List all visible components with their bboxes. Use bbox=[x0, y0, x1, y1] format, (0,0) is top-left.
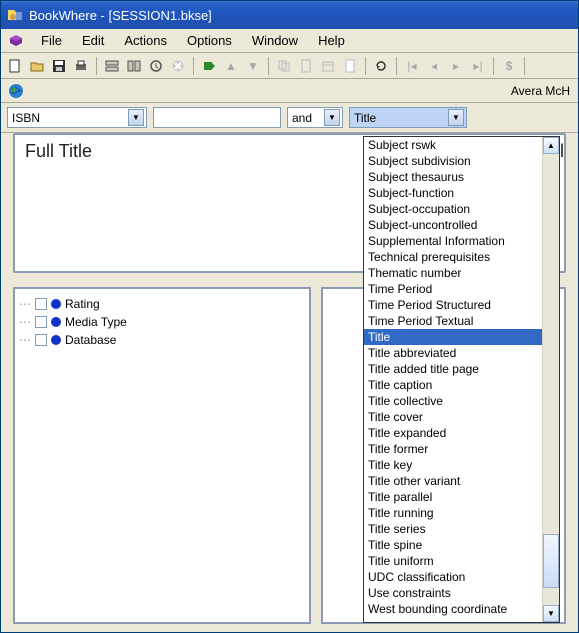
globe-icon[interactable] bbox=[7, 82, 25, 100]
calendar-icon bbox=[318, 56, 338, 76]
prev-icon: ◂ bbox=[424, 56, 444, 76]
tool-stop-icon bbox=[168, 56, 188, 76]
dropdown-option[interactable]: Supplemental Information bbox=[364, 233, 542, 249]
app-icon bbox=[7, 7, 23, 23]
tool-hosts-icon[interactable] bbox=[102, 56, 122, 76]
save-icon[interactable] bbox=[49, 56, 69, 76]
dropdown-option[interactable]: UDC classification bbox=[364, 569, 542, 585]
field2-combo[interactable]: Title ▼ bbox=[349, 107, 467, 128]
cost-icon: $ bbox=[499, 56, 519, 76]
scroll-track[interactable] bbox=[543, 154, 559, 605]
dropdown-option[interactable]: Thematic number bbox=[364, 265, 542, 281]
dropdown-option[interactable]: Time Period bbox=[364, 281, 542, 297]
field1-combo[interactable]: ISBN ▼ bbox=[7, 107, 147, 128]
scroll-down-icon[interactable]: ▼ bbox=[543, 605, 559, 622]
menu-options[interactable]: Options bbox=[177, 31, 242, 50]
dropdown-option[interactable]: Title collective bbox=[364, 393, 542, 409]
dropdown-option[interactable]: Technical prerequisites bbox=[364, 249, 542, 265]
menu-file[interactable]: File bbox=[31, 31, 72, 50]
dropdown-option[interactable]: Subject-function bbox=[364, 185, 542, 201]
menu-window[interactable]: Window bbox=[242, 31, 308, 50]
search-input[interactable] bbox=[153, 107, 281, 128]
refresh-icon[interactable] bbox=[371, 56, 391, 76]
tree-item-label: Rating bbox=[65, 297, 100, 311]
tool-group-icon[interactable] bbox=[124, 56, 144, 76]
dropdown-option[interactable]: Subject subdivision bbox=[364, 153, 542, 169]
down-arrow-icon: ▼ bbox=[243, 56, 263, 76]
tree-connector-icon: ⋯ bbox=[19, 297, 31, 311]
dropdown-option[interactable]: Title cover bbox=[364, 409, 542, 425]
operator-combo[interactable]: and ▼ bbox=[287, 107, 343, 128]
checkbox[interactable] bbox=[35, 334, 47, 346]
tree-item-label: Media Type bbox=[65, 315, 127, 329]
title-bar: BookWhere - [SESSION1.bkse] bbox=[1, 1, 578, 29]
dropdown-option[interactable]: Time Period Textual bbox=[364, 313, 542, 329]
dropdown-option[interactable]: Subject-uncontrolled bbox=[364, 217, 542, 233]
dropdown-option[interactable]: Title parallel bbox=[364, 489, 542, 505]
scrollbar[interactable]: ▲ ▼ bbox=[542, 137, 559, 622]
dropdown-option[interactable]: Subject-occupation bbox=[364, 201, 542, 217]
dropdown-option[interactable]: Title expanded bbox=[364, 425, 542, 441]
bullet-icon bbox=[51, 335, 61, 345]
chevron-down-icon[interactable]: ▼ bbox=[448, 109, 464, 126]
dropdown-option[interactable]: Subject thesaurus bbox=[364, 169, 542, 185]
checkbox[interactable] bbox=[35, 316, 47, 328]
scroll-thumb[interactable] bbox=[543, 534, 559, 588]
user-label: Avera McH bbox=[511, 84, 572, 98]
scroll-up-icon[interactable]: ▲ bbox=[543, 137, 559, 154]
menu-actions[interactable]: Actions bbox=[114, 31, 177, 50]
go-icon[interactable] bbox=[199, 56, 219, 76]
dropdown-option[interactable]: Title series bbox=[364, 521, 542, 537]
checkbox[interactable] bbox=[35, 298, 47, 310]
dropdown-option[interactable]: Title added title page bbox=[364, 361, 542, 377]
paste-icon bbox=[296, 56, 316, 76]
new-icon[interactable] bbox=[5, 56, 25, 76]
toolbar: ▲ ▼ |◂ ◂ ▸ ▸| $ bbox=[1, 53, 578, 79]
dropdown-option[interactable]: Time Period Structured bbox=[364, 297, 542, 313]
operator-label: and bbox=[292, 111, 324, 125]
bullet-icon bbox=[51, 299, 61, 309]
chevron-down-icon[interactable]: ▼ bbox=[324, 109, 340, 126]
dropdown-option[interactable]: Title abbreviated bbox=[364, 345, 542, 361]
tree-item-label: Database bbox=[65, 333, 116, 347]
dropdown-option[interactable]: Title running bbox=[364, 505, 542, 521]
dropdown-option[interactable]: Title caption bbox=[364, 377, 542, 393]
field2-dropdown-list[interactable]: Subject rswkSubject subdivisionSubject t… bbox=[363, 136, 560, 623]
copy-icon bbox=[274, 56, 294, 76]
menu-help[interactable]: Help bbox=[308, 31, 355, 50]
field1-label: ISBN bbox=[12, 111, 128, 125]
first-icon: |◂ bbox=[402, 56, 422, 76]
dropdown-option[interactable]: Use constraints bbox=[364, 585, 542, 601]
tree-item-database[interactable]: ⋯ Database bbox=[19, 331, 305, 349]
chevron-down-icon[interactable]: ▼ bbox=[128, 109, 144, 126]
dropdown-option[interactable]: Title uniform bbox=[364, 553, 542, 569]
dropdown-option[interactable]: West bounding coordinate bbox=[364, 601, 542, 617]
dropdown-option[interactable]: Title spine bbox=[364, 537, 542, 553]
search-row: ISBN ▼ and ▼ Title ▼ bbox=[1, 103, 578, 133]
tree-item-rating[interactable]: ⋯ Rating bbox=[19, 295, 305, 313]
next-icon: ▸ bbox=[446, 56, 466, 76]
field2-label: Title bbox=[354, 111, 448, 125]
dropdown-option[interactable]: Title bbox=[364, 329, 542, 345]
menu-icon bbox=[7, 32, 25, 50]
dropdown-option[interactable]: Subject rswk bbox=[364, 137, 542, 153]
tree-item-media-type[interactable]: ⋯ Media Type bbox=[19, 313, 305, 331]
open-icon[interactable] bbox=[27, 56, 47, 76]
up-arrow-icon: ▲ bbox=[221, 56, 241, 76]
doc-icon bbox=[340, 56, 360, 76]
last-icon: ▸| bbox=[468, 56, 488, 76]
bullet-icon bbox=[51, 317, 61, 327]
print-icon[interactable] bbox=[71, 56, 91, 76]
tool-status-icon[interactable] bbox=[146, 56, 166, 76]
dropdown-option[interactable]: Title former bbox=[364, 441, 542, 457]
window-title: BookWhere - [SESSION1.bkse] bbox=[29, 8, 212, 23]
menu-edit[interactable]: Edit bbox=[72, 31, 114, 50]
info-bar: Avera McH bbox=[1, 79, 578, 103]
dropdown-option[interactable]: Title key bbox=[364, 457, 542, 473]
tree-connector-icon: ⋯ bbox=[19, 333, 31, 347]
menu-bar: File Edit Actions Options Window Help bbox=[1, 29, 578, 53]
dropdown-option[interactable]: Title other variant bbox=[364, 473, 542, 489]
tree-pane: ⋯ Rating ⋯ Media Type ⋯ Database bbox=[13, 287, 311, 624]
tree-connector-icon: ⋯ bbox=[19, 315, 31, 329]
